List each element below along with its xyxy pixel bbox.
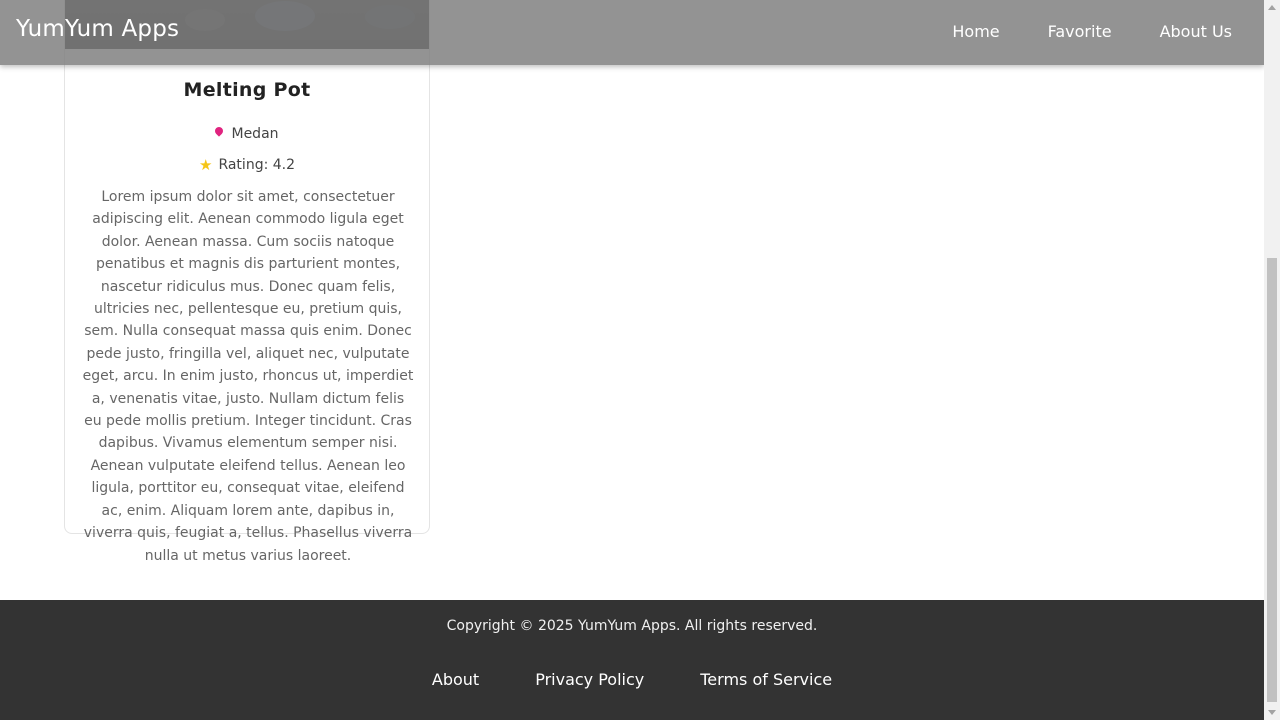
rating-text: Rating: 4.2 xyxy=(218,157,296,173)
map-pin-icon xyxy=(213,125,226,137)
scroll-up-icon[interactable] xyxy=(1268,5,1276,10)
main-nav: Home Favorite About Us xyxy=(904,22,1232,41)
top-navbar: YumYum Apps Home Favorite About Us xyxy=(0,0,1264,65)
footer-link-privacy[interactable]: Privacy Policy xyxy=(535,670,644,689)
footer: Copyright © 2025 YumYum Apps. All rights… xyxy=(0,600,1264,720)
restaurant-description: Lorem ipsum dolor sit amet, consectetuer… xyxy=(82,189,414,564)
restaurant-card[interactable]: Melting Pot Medan ★ Rating: 4.2 Lorem ips… xyxy=(64,0,430,564)
nav-home[interactable]: Home xyxy=(952,22,999,41)
restaurant-rating: ★ Rating: 4.2 xyxy=(65,156,429,174)
star-icon: ★ xyxy=(198,156,213,174)
copyright-text: Copyright © 2025 YumYum Apps. All rights… xyxy=(446,618,818,634)
nav-about-us[interactable]: About Us xyxy=(1160,22,1232,41)
restaurant-location: Medan xyxy=(65,125,429,142)
location-text: Medan xyxy=(231,126,279,142)
page: Melting Pot Medan ★ Rating: 4.2 Lorem ips… xyxy=(0,0,1264,720)
restaurant-title: Melting Pot xyxy=(183,79,311,101)
footer-links: About Privacy Policy Terms of Service xyxy=(0,670,1264,689)
footer-link-about[interactable]: About xyxy=(432,670,479,689)
vertical-scrollbar[interactable] xyxy=(1264,0,1280,720)
scroll-thumb[interactable] xyxy=(1267,258,1277,702)
brand-logo[interactable]: YumYum Apps xyxy=(16,16,179,42)
nav-favorite[interactable]: Favorite xyxy=(1048,22,1112,41)
footer-link-terms[interactable]: Terms of Service xyxy=(700,670,832,689)
scroll-down-icon[interactable] xyxy=(1268,710,1276,715)
